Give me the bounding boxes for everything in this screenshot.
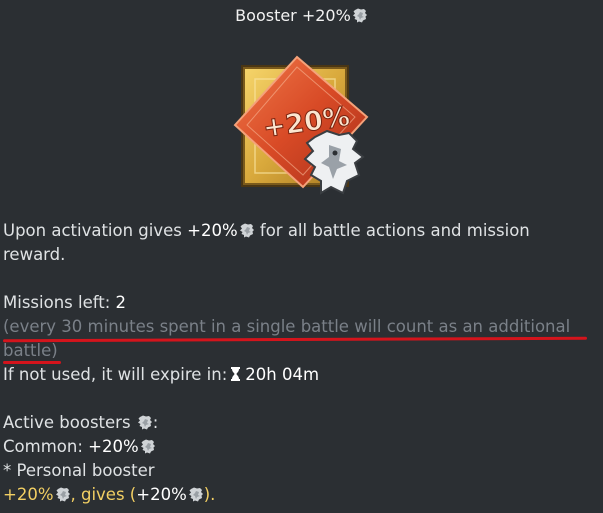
lion-icon (137, 415, 153, 430)
booster-title-text: Booster +20% (235, 6, 351, 25)
common-boosters-line: Common: +20% (3, 435, 156, 459)
personal-end-text: ). (203, 485, 216, 504)
lion-icon (140, 439, 156, 454)
missions-note-line2: battle) (3, 341, 58, 360)
description-value: +20% (187, 221, 238, 240)
expiry-line: If not used, it will expire in: 20h 04m (3, 363, 319, 387)
expiry-label: If not used, it will expire in: (3, 365, 228, 384)
personal-gives-value: +20% (136, 485, 187, 504)
active-boosters-heading: Active boosters : (3, 411, 158, 435)
hourglass-icon (231, 367, 241, 381)
active-boosters-label: Active boosters (3, 413, 136, 432)
missions-note-line1: (every 30 minutes spent in a single batt… (3, 317, 571, 336)
active-boosters-colon: : (152, 413, 159, 432)
personal-value: +20% (3, 485, 54, 504)
description-line1: Upon activation gives +20% for all battl… (3, 219, 530, 243)
description-prefix: Upon activation gives (3, 221, 188, 240)
personal-booster-label: * Personal booster (3, 461, 155, 480)
missions-left: Missions left: 2 (3, 291, 126, 315)
description-suffix: for all battle actions and mission (254, 221, 530, 240)
personal-booster-line: +20%, gives (+20%). (3, 483, 215, 507)
missions-left-count: 2 (115, 293, 127, 312)
booster-image: +20% (233, 55, 369, 195)
missions-left-label: Missions left: (3, 293, 116, 312)
lion-icon (239, 223, 255, 238)
common-value: +20% (88, 437, 139, 456)
expiry-time: 20h 04m (245, 365, 320, 384)
personal-gives-text: , gives ( (70, 485, 137, 504)
lion-icon (188, 487, 204, 502)
common-label: Common: (3, 437, 89, 456)
lion-icon (55, 487, 71, 502)
lion-icon (352, 8, 368, 23)
description-line2: reward. (3, 245, 66, 264)
booster-title: Booster +20% (0, 6, 603, 25)
